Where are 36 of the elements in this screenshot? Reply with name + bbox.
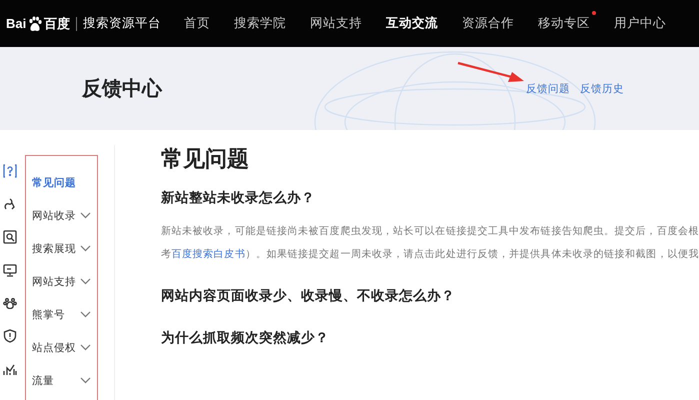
platform-name: 搜索资源平台	[83, 15, 162, 32]
sidebar-item[interactable]: 网站支持	[32, 265, 92, 298]
shield-icon[interactable]	[3, 329, 17, 343]
paw-icon[interactable]	[3, 296, 17, 310]
page-title: 反馈中心	[82, 75, 162, 102]
header-link[interactable]: 反馈历史	[580, 82, 624, 96]
question-title[interactable]: 新站整站未收录怎么办？	[160, 186, 699, 210]
nav-link[interactable]: 网站支持	[310, 15, 362, 32]
logo-text[interactable]: 百度	[44, 14, 70, 32]
header-link[interactable]: 反馈问题	[526, 82, 570, 96]
nav-link[interactable]: 移动专区	[538, 15, 590, 32]
hook-icon[interactable]	[3, 197, 17, 211]
sidebar-item[interactable]: 熊掌号	[32, 298, 92, 331]
chart-icon[interactable]	[3, 362, 17, 376]
help-icon[interactable]	[3, 164, 17, 178]
paw-logo-icon[interactable]	[27, 16, 44, 32]
answer-text: 新站未被收录，可能是链接尚未被百度爬虫发现，站长可以在链接提交工具中发布链接告知爬虫。提交后，百度会根	[160, 224, 699, 239]
question-title[interactable]: 为什么抓取频次突然减少？	[160, 326, 699, 350]
nav-link[interactable]: 互动交流	[386, 15, 438, 32]
section-title: 常见问题	[160, 146, 250, 174]
sidebar-item[interactable]: 站点侵权	[32, 331, 92, 364]
nav-link[interactable]: 用户中心	[614, 15, 666, 32]
whitepaper-link[interactable]: 百度搜索白皮书	[171, 249, 246, 260]
search-icon[interactable]	[3, 230, 17, 244]
nav-link[interactable]: 资源合作	[462, 15, 514, 32]
logo-text[interactable]: Bai	[6, 16, 26, 31]
sidebar-item[interactable]: 搜索展现	[32, 232, 92, 265]
sidebar-item[interactable]: 常见问题	[32, 166, 92, 199]
question-title[interactable]: 网站内容页面收录少、收录慢、不收录怎么办？	[160, 284, 699, 308]
annotation-arrow	[456, 61, 526, 83]
nav-link[interactable]: 搜索学院	[234, 15, 286, 32]
sidebar-item[interactable]: 网站收录	[32, 199, 92, 232]
nav-link[interactable]: 首页	[184, 15, 210, 32]
monitor-icon[interactable]	[3, 263, 17, 277]
answer-text: 考百度搜索白皮书）。如果链接提交超一周未收录，请点击此处进行反馈，并提供具体未收录的链接和截图，以便我	[160, 248, 699, 262]
sidebar-item[interactable]: 流量	[32, 364, 92, 397]
